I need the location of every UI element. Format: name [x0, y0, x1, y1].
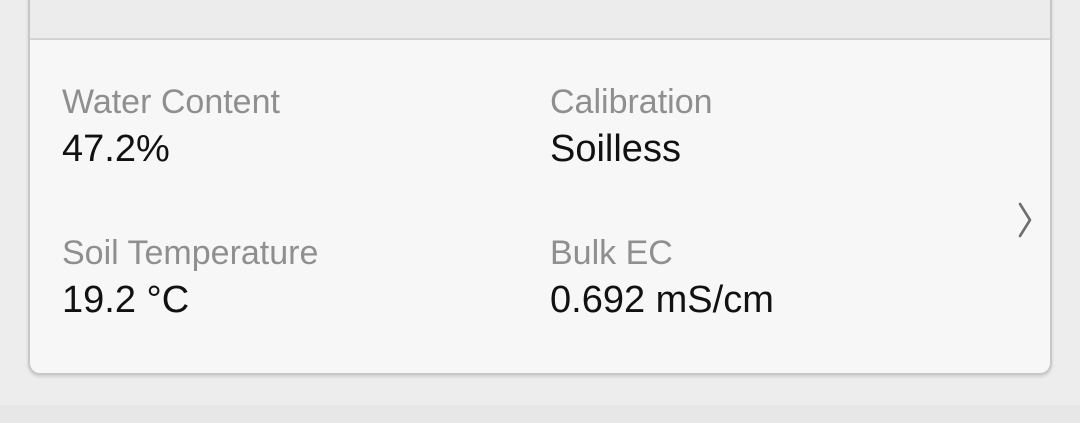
calibration-label: Calibration	[550, 83, 713, 121]
card-header	[30, 0, 1050, 40]
soil-temperature-field: Soil Temperature 19.2 °C	[62, 233, 318, 323]
sensor-summary-card[interactable]: Water Content 47.2% Calibration Soilless…	[28, 0, 1052, 375]
bulk-ec-field: Bulk EC 0.692 mS/cm	[550, 233, 774, 323]
bulk-ec-label: Bulk EC	[550, 234, 673, 272]
soil-temperature-value: 19.2 °C	[62, 279, 190, 321]
bulk-ec-value: 0.692 mS/cm	[550, 279, 774, 321]
next-card-edge	[0, 405, 1080, 423]
water-content-value: 47.2%	[62, 128, 170, 170]
water-content-field: Water Content 47.2%	[62, 82, 280, 172]
chevron-right-icon[interactable]	[1016, 202, 1034, 238]
calibration-field: Calibration Soilless	[550, 82, 713, 172]
soil-temperature-label: Soil Temperature	[62, 234, 319, 272]
water-content-label: Water Content	[62, 83, 280, 121]
calibration-value: Soilless	[550, 128, 681, 170]
